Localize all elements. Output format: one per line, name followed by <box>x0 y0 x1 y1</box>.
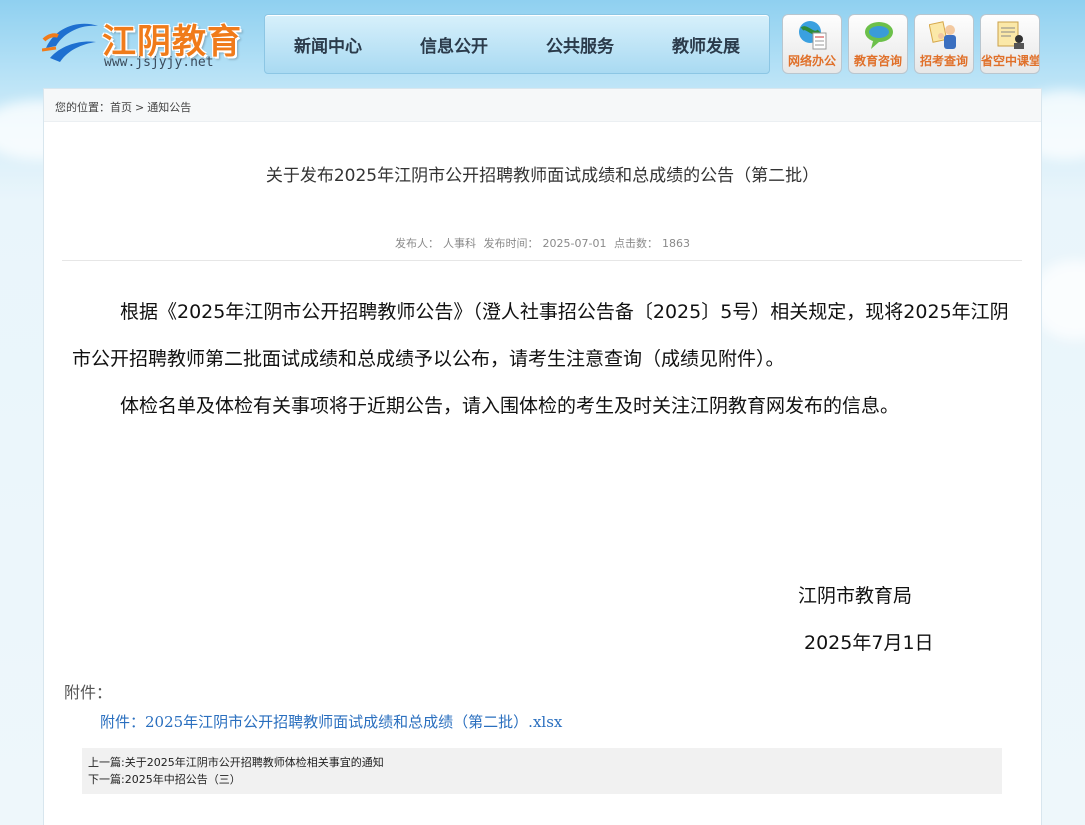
shortcut-exam[interactable]: 招考查询 <box>914 14 974 74</box>
publisher-value: 人事科 <box>443 237 477 250</box>
breadcrumb: 您的位置：首页 > 通知公告 <box>44 89 1041 122</box>
site-logo[interactable]: 江阴教育 www.jsjyjy.net <box>40 12 265 78</box>
shortcut-consult[interactable]: 教育咨询 <box>848 14 908 74</box>
article-body: 根据《2025年江阴市公开招聘教师公告》（澄人社事招公告备〔2025〕5号）相关… <box>72 289 1012 430</box>
article-paragraph: 体检名单及体检有关事项将于近期公告，请入围体检的考生及时关注江阴教育网发布的信息… <box>120 395 900 417</box>
site-header: 江阴教育 www.jsjyjy.net 新闻中心 信息公开 公共服务 教师发展 … <box>0 0 1085 90</box>
nav-item-info[interactable]: 信息公开 <box>391 32 517 57</box>
shortcut-label: 招考查询 <box>919 54 968 68</box>
chat-bubble-icon <box>865 22 893 49</box>
nav-item-services[interactable]: 公共服务 <box>517 32 643 57</box>
logo-swoosh-icon <box>42 23 98 62</box>
prev-article-link[interactable]: 上一篇:关于2025年江阴市公开招聘教师体检相关事宜的通知 <box>88 756 384 769</box>
divider <box>62 260 1022 261</box>
classroom-icon <box>997 21 1024 49</box>
signature-org: 江阴市教育局 <box>798 585 913 607</box>
site-url: www.jsjyjy.net <box>104 55 214 70</box>
people-search-icon <box>929 21 956 49</box>
publish-time-label: 发布时间： <box>483 237 539 250</box>
next-article-link[interactable]: 下一篇:2025年中招公告（三） <box>88 773 241 786</box>
breadcrumb-home-link[interactable]: 首页 <box>110 101 132 114</box>
breadcrumb-prefix: 您的位置： <box>55 101 110 114</box>
nav-item-news[interactable]: 新闻中心 <box>265 32 391 57</box>
attachment-link[interactable]: 附件：2025年江阴市公开招聘教师面试成绩和总成绩（第二批）.xlsx <box>100 711 562 732</box>
shortcut-label: 网络办公 <box>787 54 836 68</box>
breadcrumb-separator: > <box>135 101 145 114</box>
main-nav: 新闻中心 信息公开 公共服务 教师发展 <box>264 14 770 74</box>
prev-next-nav: 上一篇:关于2025年江阴市公开招聘教师体检相关事宜的通知 下一篇:2025年中… <box>82 748 1002 794</box>
content-panel: 您的位置：首页 > 通知公告 关于发布2025年江阴市公开招聘教师面试成绩和总成绩的… <box>43 88 1042 825</box>
article-meta: 发布人： 人事科 发布时间： 2025-07-01 点击数： 1863 <box>44 235 1041 251</box>
shortcut-label: 教育咨询 <box>853 54 902 68</box>
shortcut-classroom[interactable]: 省空中课堂 <box>980 14 1040 74</box>
globe-doc-icon <box>799 21 827 50</box>
publish-time-value: 2025-07-01 <box>542 237 607 250</box>
attachments-label: 附件： <box>64 683 113 702</box>
breadcrumb-current-link[interactable]: 通知公告 <box>147 101 191 114</box>
nav-item-teachers[interactable]: 教师发展 <box>643 32 769 57</box>
shortcut-label: 省空中课堂 <box>981 54 1039 68</box>
article-paragraph: 根据《2025年江阴市公开招聘教师公告》（澄人社事招公告备〔2025〕5号）相关… <box>72 301 1009 370</box>
shortcut-bar: 网络办公 教育咨询 招考查询 省空中课堂 <box>782 14 1040 76</box>
click-count-label: 点击数： <box>613 237 658 250</box>
shortcut-office[interactable]: 网络办公 <box>782 14 842 74</box>
click-count-value: 1863 <box>661 237 690 250</box>
publisher-label: 发布人： <box>395 237 440 250</box>
signature-date: 2025年7月1日 <box>804 632 934 654</box>
article-title: 关于发布2025年江阴市公开招聘教师面试成绩和总成绩的公告（第二批） <box>265 166 820 186</box>
